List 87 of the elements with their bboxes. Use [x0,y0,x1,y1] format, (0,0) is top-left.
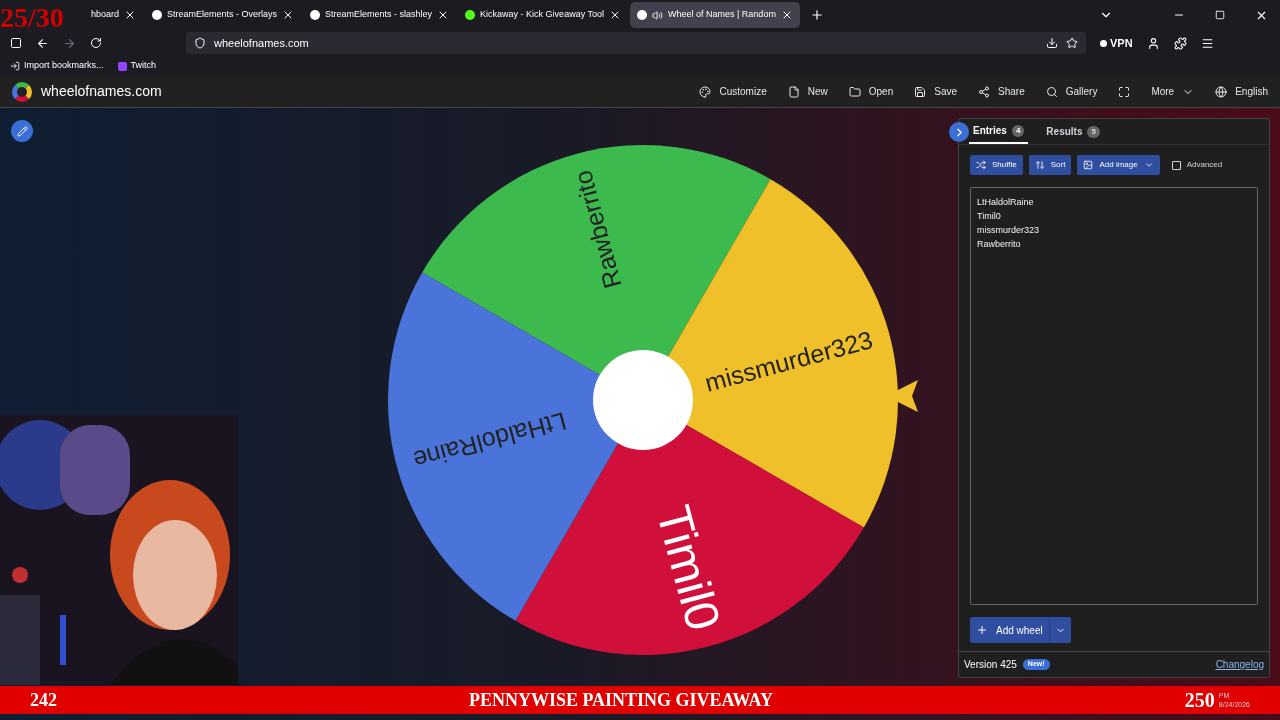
banner-title: PENNYWISE PAINTING GIVEAWAY [468,688,773,712]
twitch-icon [117,61,127,71]
vpn-button[interactable]: VPN [1100,34,1133,52]
advanced-label: Advanced [1186,159,1223,171]
fullscreen-icon[interactable] [1118,85,1131,98]
pencil-icon [16,125,28,137]
overlay-counter: 25/30 [0,4,64,32]
tab-title: StreamElements - Overlays [167,8,278,22]
shuffle-icon [976,160,986,170]
palette-icon [699,85,712,98]
tab-title: Kickaway - Kick Giveaway Tool [480,8,604,22]
site-icon [637,10,647,20]
close-icon[interactable] [609,9,621,21]
browser-tab[interactable]: StreamElements - slashley [303,2,457,28]
toolbar-button[interactable]: Shuffle [970,155,1023,175]
sort-icon [1034,160,1045,170]
panel-tab[interactable]: Results 5 [1042,119,1104,144]
menu-button[interactable]: Share [978,84,1025,99]
image-icon [1083,160,1094,170]
toolbar-button[interactable]: Add image [1077,155,1160,175]
reload-icon[interactable] [90,37,102,49]
entry-line: Timil0 [977,210,1002,223]
toolbar-button[interactable]: Sort [1028,155,1072,175]
wheel-center[interactable] [593,350,693,450]
menu-button[interactable]: Save [914,84,957,99]
url-text: wheelofnames.com [214,35,309,51]
entry-line: LtHaldolRaine [977,196,1035,209]
site-logo[interactable]: wheelofnames.com [41,81,162,102]
browser-tab[interactable]: Wheel of Names | Random [630,2,800,28]
plus-icon [976,624,988,636]
site-icon [310,10,321,20]
save-icon [914,85,927,98]
browser-tab[interactable]: StreamElements - Overlays [145,2,302,28]
menu-icon[interactable] [1200,36,1214,50]
bookmark-item[interactable]: Twitch [117,59,157,73]
collapse-button[interactable] [949,122,969,142]
changelog-link[interactable]: Changelog [1215,657,1264,672]
download-icon[interactable] [1046,37,1058,49]
menu-button[interactable]: New [787,84,828,99]
menu-button[interactable]: English [1215,84,1268,99]
sidebar-icon[interactable] [10,37,22,49]
address-field[interactable]: wheelofnames.com [186,32,1086,54]
import-icon [10,61,20,71]
start-count: 242 [30,688,57,712]
account-icon[interactable] [1146,36,1160,50]
panel-tab[interactable]: Entries 4 [969,119,1029,144]
menu-button[interactable]: More [1151,84,1195,99]
slice-label: Rawberrito [568,167,627,292]
star-icon[interactable] [1066,37,1078,49]
tab-title: StreamElements - slashley [325,8,433,22]
tab-label: Entries [973,124,1007,138]
globe-icon [1215,85,1228,98]
maximize-icon[interactable] [1215,10,1225,20]
menu-button[interactable]: Open [848,84,894,99]
forward-icon[interactable] [63,36,76,50]
entries-textarea[interactable]: LtHaldolRaine Timil0 missmurder323 Rawberrito [970,187,1258,605]
version-text: Version 425 [964,658,1017,672]
share-icon [978,85,990,98]
edit-button[interactable] [11,120,33,142]
speaker-icon [652,9,663,21]
folder-icon [848,85,861,98]
goal-count: 250 [1184,688,1215,713]
browser-tab[interactable]: hboard [84,2,144,28]
caret-icon [1143,160,1154,170]
extensions-icon[interactable] [1173,36,1187,50]
add-wheel-button[interactable]: Add wheel [970,617,1049,643]
search-icon [1045,85,1058,98]
tab-label: Results [1046,125,1083,139]
browser-tab[interactable]: Kickaway - Kick Giveaway Tool [458,2,628,28]
count-badge: 5 [1087,125,1100,138]
tab-title: hboard [91,8,120,22]
new-tab-icon[interactable] [809,8,824,22]
entry-line: Rawberrito [977,238,1022,251]
bookmark-item[interactable]: Import bookmarks... [10,59,104,73]
logo-icon [12,81,32,102]
count-badge: 4 [1011,124,1025,137]
shield-icon [194,37,206,49]
back-icon[interactable] [36,36,49,50]
advanced-checkbox[interactable] [1171,160,1181,170]
tab-title: Wheel of Names | Random [668,8,776,22]
entry-line: missmurder323 [977,224,1041,237]
file-icon [787,85,800,98]
menu-button[interactable]: Gallery [1045,84,1098,99]
menu-button[interactable]: Customize [699,84,767,99]
slice-label: Timil0 [646,500,731,636]
site-icon [152,10,163,20]
site-icon [465,10,476,20]
